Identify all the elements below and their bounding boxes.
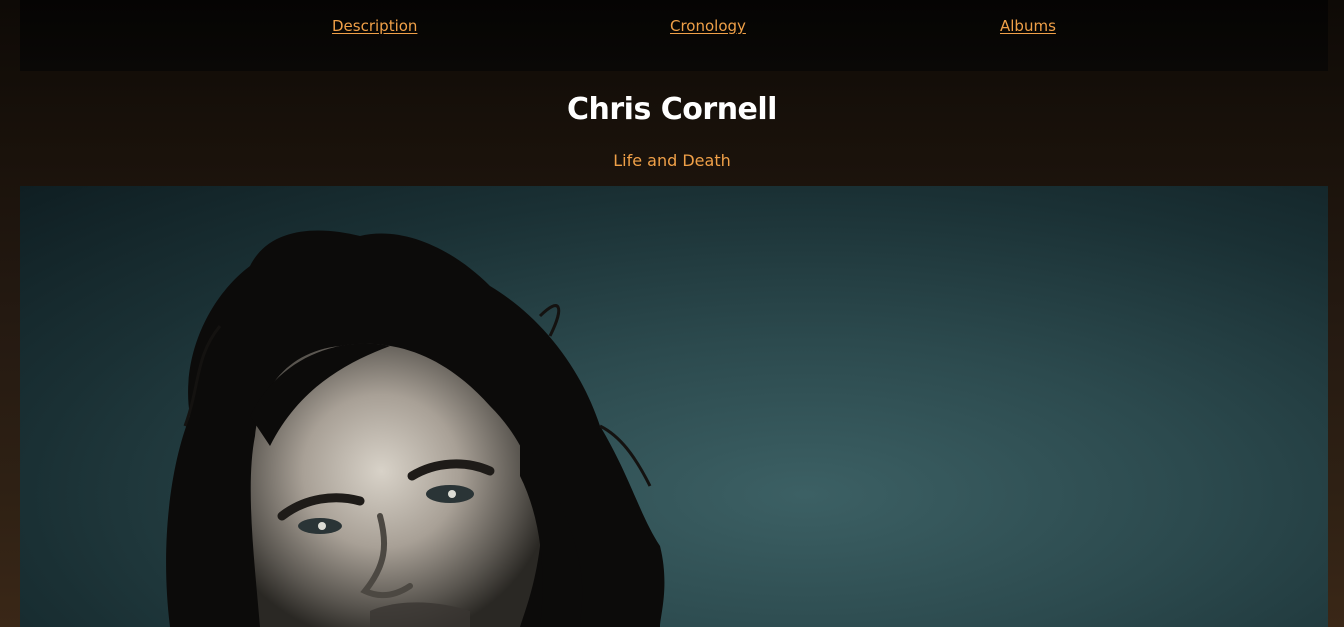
page-subtitle: Life and Death bbox=[613, 151, 731, 170]
page-title: Chris Cornell bbox=[567, 92, 777, 127]
nav-link-albums[interactable]: Albums bbox=[1000, 17, 1056, 35]
nav-link-description[interactable]: Description bbox=[332, 17, 417, 35]
portrait-illustration bbox=[166, 230, 665, 627]
portrait-photo bbox=[20, 186, 1328, 627]
nav-link-cronology[interactable]: Cronology bbox=[670, 17, 746, 35]
top-navigation: Description Cronology Albums bbox=[20, 0, 1328, 71]
